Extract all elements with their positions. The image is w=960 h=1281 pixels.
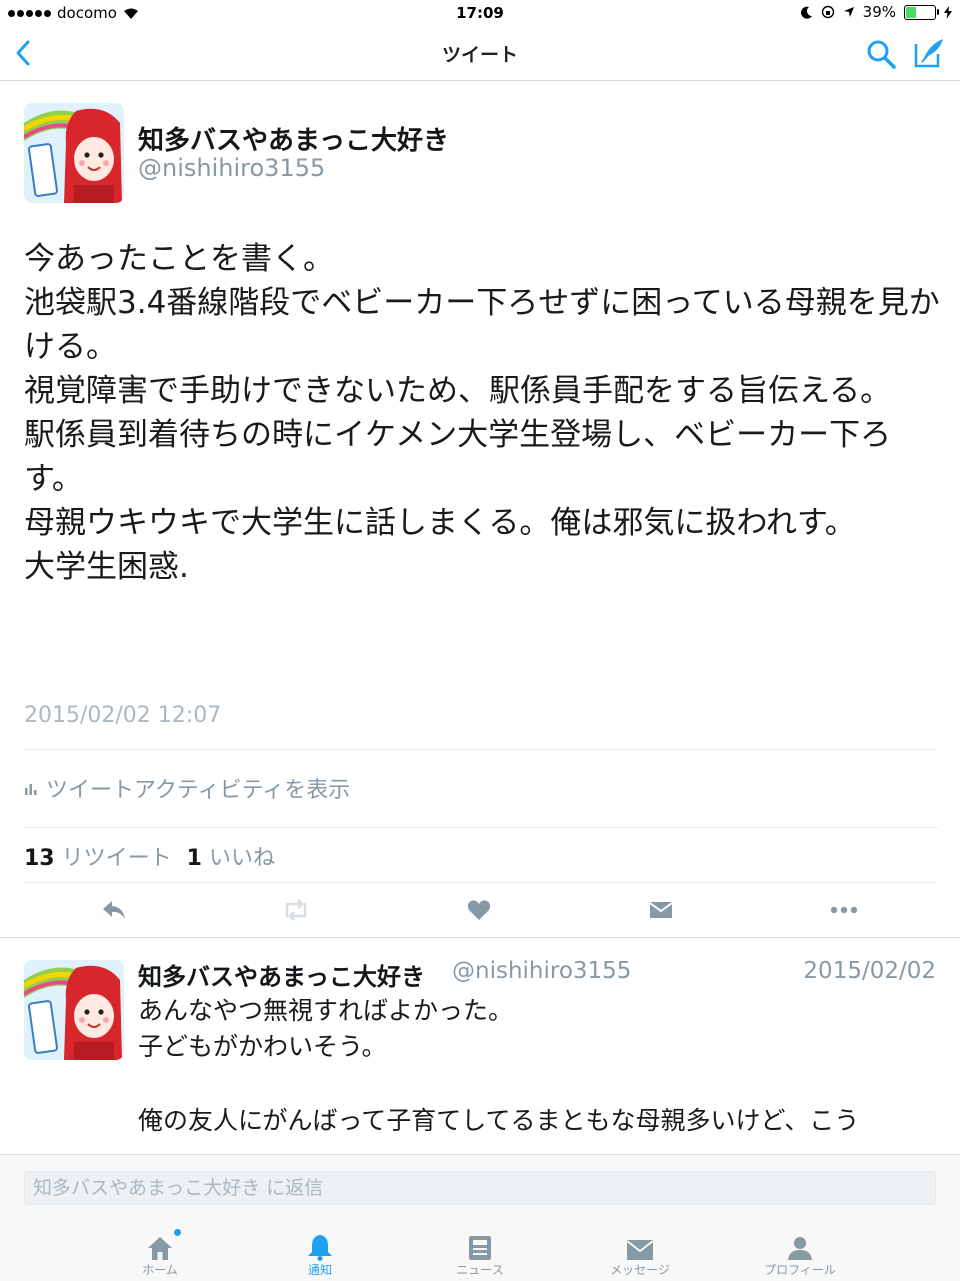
tweet-line: 今あったことを書く。: [24, 241, 334, 277]
location-arrow-icon: [843, 7, 854, 17]
bottom-bar: 知多バスやあまっこ大好き に返信 ホーム 通知 ニュース メッセージ プロフィー…: [0, 1154, 960, 1281]
tweet-actions: [0, 890, 960, 930]
like-label[interactable]: いいね: [209, 846, 275, 871]
avatar[interactable]: [24, 103, 124, 203]
notification-dot: [174, 1229, 181, 1236]
reply-author-name[interactable]: 知多バスやあまっこ大好き: [138, 957, 425, 992]
retweet-count[interactable]: 13: [24, 846, 55, 871]
divider: [0, 937, 960, 938]
more-button[interactable]: [824, 890, 864, 930]
tab-label: メッセージ: [610, 1263, 670, 1277]
reply-text[interactable]: あんなやつ無視すればよかった。 子どもがかわいそう。 俺の友人にがんばって子育て…: [138, 993, 938, 1139]
activity-label: ツイートアクティビティを表示: [46, 778, 351, 803]
battery-percent: 39%: [862, 3, 896, 21]
tab-home[interactable]: ホーム: [105, 1231, 215, 1278]
tweet-line: 母親ウキウキで大学生に話しまくる。俺は邪気に扱われす。: [24, 505, 856, 541]
navigation-bar: ツイート: [0, 26, 960, 81]
tweet-activity-link[interactable]: ツイートアクティビティを表示: [24, 772, 350, 804]
status-bar: docomo 17:09 39%: [0, 0, 960, 26]
person-icon: [788, 1237, 812, 1260]
author-handle[interactable]: @nishihiro3155: [138, 154, 325, 182]
tab-label: プロフィール: [764, 1263, 836, 1277]
search-button[interactable]: [865, 38, 897, 70]
avatar-mascot-image: [24, 103, 124, 203]
reply-icon: [103, 901, 125, 919]
reply-line: あんなやつ無視すればよかった。: [138, 996, 514, 1025]
heart-icon: [467, 900, 491, 920]
tab-label: ニュース: [456, 1263, 504, 1277]
battery-icon: [904, 4, 939, 20]
like-count[interactable]: 1: [187, 846, 202, 871]
divider: [24, 882, 938, 883]
reply-button[interactable]: [94, 890, 134, 930]
like-button[interactable]: [459, 890, 499, 930]
tab-profile[interactable]: プロフィール: [745, 1231, 855, 1278]
avatar-mascot-image: [24, 960, 124, 1060]
status-right: 39%: [800, 3, 952, 21]
retweet-button[interactable]: [276, 890, 316, 930]
tab-label: ホーム: [142, 1263, 178, 1277]
reply-line: 子どもがかわいそう。: [138, 1032, 387, 1061]
rotation-lock-icon: [821, 5, 834, 19]
envelope-icon: [649, 902, 673, 918]
charging-bolt-icon: [944, 5, 952, 19]
reply-date: 2015/02/02: [803, 958, 936, 984]
avatar[interactable]: [24, 960, 124, 1060]
retweet-icon: [285, 899, 307, 921]
more-dots-icon: [830, 906, 858, 914]
retweet-label[interactable]: リツイート: [62, 846, 172, 871]
tweet-line: 視覚障害で手助けできないため、駅係員手配をする旨伝える。: [24, 373, 892, 409]
bar-chart-icon: [25, 784, 37, 795]
direct-message-button[interactable]: [641, 890, 681, 930]
envelope-icon: [626, 1240, 654, 1260]
divider: [24, 827, 938, 828]
tab-news[interactable]: ニュース: [425, 1231, 535, 1278]
page-title: ツイート: [441, 44, 518, 66]
tab-notifications[interactable]: 通知: [265, 1231, 375, 1278]
bell-icon: [308, 1235, 332, 1261]
engagement-counts: 13 リツイート 1 いいね: [24, 840, 275, 872]
search-icon: [867, 40, 896, 69]
reply-author-handle[interactable]: @nishihiro3155: [452, 958, 631, 984]
author-display-name[interactable]: 知多バスやあまっこ大好き: [138, 120, 449, 157]
moon-icon: [800, 6, 812, 19]
reply-input[interactable]: 知多バスやあまっこ大好き に返信: [24, 1171, 936, 1205]
tweet-line: 駅係員到着待ちの時にイケメン大学生登場し、ベビーカー下ろす。: [24, 417, 892, 497]
tab-messages[interactable]: メッセージ: [585, 1231, 695, 1278]
tweet-line: 大学生困惑.: [24, 549, 189, 585]
compose-icon: [914, 39, 943, 68]
home-icon: [148, 1237, 172, 1260]
tweet-line: 池袋駅3.4番線階段でベビーカー下ろせずに困っている母親を見かける。: [24, 285, 940, 365]
divider: [24, 749, 938, 750]
news-icon: [469, 1236, 491, 1260]
reply-line: 俺の友人にがんばって子育てしてるまともな母親多いけど、こう: [138, 1106, 860, 1135]
tab-label: 通知: [307, 1263, 332, 1277]
compose-button[interactable]: [912, 36, 946, 70]
tweet-text: 今あったことを書く。 池袋駅3.4番線階段でベビーカー下ろせずに困っている母親を…: [24, 237, 944, 589]
tweet-timestamp: 2015/02/02 12:07: [24, 703, 222, 728]
